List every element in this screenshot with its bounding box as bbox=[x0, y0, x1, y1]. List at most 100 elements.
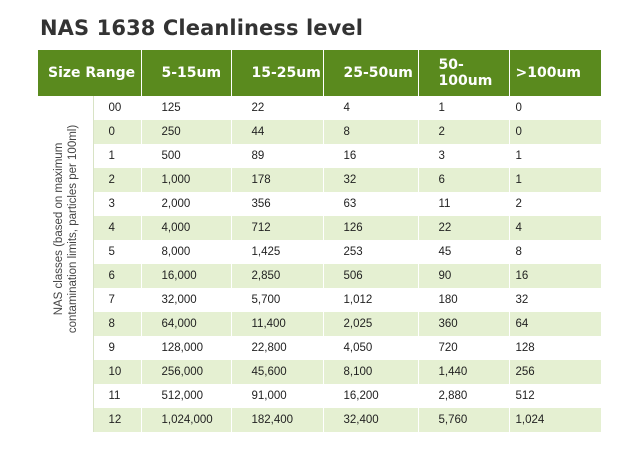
particle-count-cell: 2,880 bbox=[418, 384, 510, 408]
particle-count-cell: 1 bbox=[509, 168, 602, 192]
table-row: 7 32,000 5,700 1,012 180 32 bbox=[38, 288, 602, 312]
particle-count-cell: 8 bbox=[323, 120, 419, 144]
particle-count-cell: 4 bbox=[323, 96, 419, 120]
particle-count-cell: 0 bbox=[509, 96, 602, 120]
particle-count-cell: 8,100 bbox=[323, 360, 419, 384]
nas-class-cell: 0 bbox=[93, 120, 142, 144]
nas-class-cell: 8 bbox=[93, 312, 142, 336]
particle-count-cell: 1,425 bbox=[231, 240, 324, 264]
particle-count-cell: 2,025 bbox=[323, 312, 419, 336]
particle-count-cell: 16,200 bbox=[323, 384, 419, 408]
particle-count-cell: 250 bbox=[141, 120, 232, 144]
particle-count-cell: 44 bbox=[231, 120, 324, 144]
particle-count-cell: 178 bbox=[231, 168, 324, 192]
table-row: 6 16,000 2,850 506 90 16 bbox=[38, 264, 602, 288]
particle-count-cell: 253 bbox=[323, 240, 419, 264]
table-header: Size Range 5-15um 15-25um 25-50um 50-100… bbox=[38, 50, 601, 96]
particle-count-cell: 32,000 bbox=[141, 288, 232, 312]
particle-count-cell: 1,024 bbox=[509, 408, 602, 432]
table-row: 12 1,024,000 182,400 32,400 5,760 1,024 bbox=[38, 408, 602, 432]
table-row: 9 128,000 22,800 4,050 720 128 bbox=[38, 336, 602, 360]
particle-count-cell: 1,440 bbox=[418, 360, 510, 384]
nas-class-cell: 12 bbox=[93, 408, 142, 432]
particle-count-cell: 500 bbox=[141, 144, 232, 168]
header-col-50-100: 50-100um bbox=[418, 50, 510, 96]
particle-count-cell: 22 bbox=[418, 216, 510, 240]
particle-count-cell: 512 bbox=[509, 384, 602, 408]
particle-count-cell: 256 bbox=[509, 360, 602, 384]
table-row: 4 4,000 712 126 22 4 bbox=[38, 216, 602, 240]
particle-count-cell: 1 bbox=[509, 144, 602, 168]
nas-class-cell: 3 bbox=[93, 192, 142, 216]
table-row: 5 8,000 1,425 253 45 8 bbox=[38, 240, 602, 264]
page-title: NAS 1638 Cleanliness level bbox=[40, 16, 364, 40]
header-col-over-100: >100um bbox=[509, 50, 601, 96]
particle-count-cell: 45 bbox=[418, 240, 510, 264]
particle-count-cell: 2 bbox=[418, 120, 510, 144]
table-row: NAS classes (based on maximum contaminati… bbox=[38, 96, 602, 432]
particle-count-cell: 356 bbox=[231, 192, 324, 216]
particle-count-cell: 3 bbox=[418, 144, 510, 168]
particle-count-cell: 2 bbox=[509, 192, 602, 216]
nas-class-cell: 10 bbox=[93, 360, 142, 384]
particle-count-cell: 2,850 bbox=[231, 264, 324, 288]
particle-count-cell: 45,600 bbox=[231, 360, 324, 384]
nas-classes-label-line2: contamination limits, particles per 100m… bbox=[67, 124, 80, 334]
nas-class-cell: 11 bbox=[93, 384, 142, 408]
particle-count-cell: 6 bbox=[418, 168, 510, 192]
table-body: NAS classes (based on maximum contaminati… bbox=[38, 96, 602, 432]
particle-count-cell: 32 bbox=[323, 168, 419, 192]
particle-count-cell: 256,000 bbox=[141, 360, 232, 384]
table-row: 10 256,000 45,600 8,100 1,440 256 bbox=[38, 360, 602, 384]
particle-count-cell: 1,012 bbox=[323, 288, 419, 312]
nas-class-cell: 4 bbox=[93, 216, 142, 240]
particle-count-cell: 5,700 bbox=[231, 288, 324, 312]
table-row: 2 1,000 178 32 6 1 bbox=[38, 168, 602, 192]
particle-count-cell: 11,400 bbox=[231, 312, 324, 336]
particle-count-cell: 11 bbox=[418, 192, 510, 216]
particle-count-cell: 63 bbox=[323, 192, 419, 216]
nas-class-cell: 9 bbox=[93, 336, 142, 360]
header-col-25-50: 25-50um bbox=[323, 50, 419, 96]
header-row: Size Range 5-15um 15-25um 25-50um 50-100… bbox=[38, 50, 601, 96]
header-size-range: Size Range bbox=[38, 50, 142, 96]
nas-class-cell: 2 bbox=[93, 168, 142, 192]
particle-count-cell: 360 bbox=[418, 312, 510, 336]
particle-count-cell: 126 bbox=[323, 216, 419, 240]
particle-count-cell: 4 bbox=[509, 216, 602, 240]
nas-class-cell: 7 bbox=[93, 288, 142, 312]
particle-count-cell: 1,000 bbox=[141, 168, 232, 192]
table-row: 0 250 44 8 2 0 bbox=[38, 120, 602, 144]
nas-classes-label: NAS classes (based on maximum contaminati… bbox=[40, 104, 92, 354]
particle-count-cell: 0 bbox=[509, 120, 602, 144]
particle-count-cell: 8 bbox=[509, 240, 602, 264]
particle-count-cell: 16 bbox=[509, 264, 602, 288]
particle-count-cell: 32 bbox=[509, 288, 602, 312]
table-row: 1 500 89 16 3 1 bbox=[38, 144, 602, 168]
nas-class-cell: 1 bbox=[93, 144, 142, 168]
particle-count-cell: 128,000 bbox=[141, 336, 232, 360]
particle-count-cell: 512,000 bbox=[141, 384, 232, 408]
particle-count-cell: 22 bbox=[231, 96, 324, 120]
particle-count-cell: 720 bbox=[418, 336, 510, 360]
nas-classes-label-text: NAS classes (based on maximum contaminati… bbox=[52, 125, 80, 333]
particle-count-cell: 712 bbox=[231, 216, 324, 240]
particle-count-cell: 2,000 bbox=[141, 192, 232, 216]
particle-count-cell: 4,000 bbox=[141, 216, 232, 240]
particle-count-cell: 8,000 bbox=[141, 240, 232, 264]
particle-count-cell: 16,000 bbox=[141, 264, 232, 288]
particle-count-cell: 64,000 bbox=[141, 312, 232, 336]
nas-class-cell: 5 bbox=[93, 240, 142, 264]
particle-count-cell: 1,024,000 bbox=[141, 408, 232, 432]
particle-count-cell: 91,000 bbox=[231, 384, 324, 408]
particle-count-cell: 5,760 bbox=[418, 408, 510, 432]
header-col-5-15: 5-15um bbox=[141, 50, 232, 96]
particle-count-cell: 16 bbox=[323, 144, 419, 168]
table-row: 11 512,000 91,000 16,200 2,880 512 bbox=[38, 384, 602, 408]
particle-count-cell: 180 bbox=[418, 288, 510, 312]
nas-class-cell: 6 bbox=[93, 264, 142, 288]
particle-count-cell: 182,400 bbox=[231, 408, 324, 432]
particle-count-cell: 64 bbox=[509, 312, 602, 336]
nas-classes-label-line1: NAS classes (based on maximum bbox=[53, 142, 66, 316]
particle-count-cell: 89 bbox=[231, 144, 324, 168]
